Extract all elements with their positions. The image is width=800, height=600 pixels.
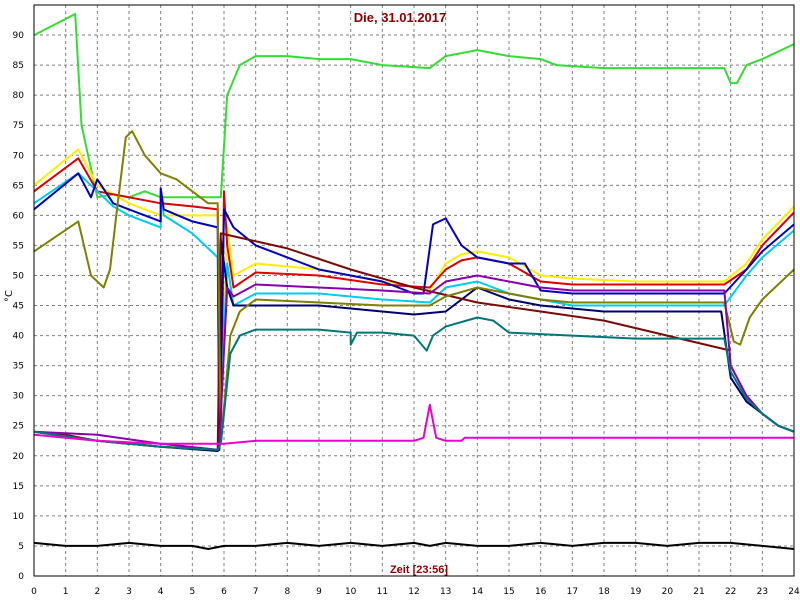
y-tick-label: 20: [13, 452, 25, 462]
x-tick-label: 15: [503, 587, 514, 597]
x-tick-label: 12: [408, 587, 419, 597]
x-tick-label: 10: [345, 587, 357, 597]
x-tick-label: 1: [63, 587, 69, 597]
x-tick-label: 20: [662, 587, 674, 597]
y-tick-label: 80: [13, 91, 25, 101]
x-tick-label: 4: [158, 587, 164, 597]
x-tick-label: 11: [377, 587, 388, 597]
chart-canvas: 051015202530354045505560657075808590 012…: [0, 0, 800, 600]
y-tick-label: 90: [13, 31, 25, 41]
x-tick-label: 13: [440, 587, 451, 597]
y-tick-label: 50: [13, 271, 25, 281]
y-tick-label: 0: [18, 572, 24, 582]
y-tick-label: 45: [13, 302, 24, 312]
y-tick-label: 60: [13, 211, 25, 221]
x-tick-label: 8: [284, 587, 290, 597]
x-tick-label: 9: [316, 587, 322, 597]
x-tick-label: 2: [94, 587, 100, 597]
y-tick-label: 55: [13, 241, 24, 251]
x-tick-label: 3: [126, 587, 132, 597]
x-tick-label: 7: [253, 587, 259, 597]
y-axis-label: °C: [4, 290, 15, 302]
x-axis-label: Zeit [23:56]: [390, 564, 448, 576]
x-tick-label: 19: [630, 587, 642, 597]
x-tick-label: 6: [221, 587, 227, 597]
y-tick-label: 70: [13, 151, 25, 161]
y-tick-label: 30: [13, 392, 25, 402]
y-tick-label: 15: [13, 482, 24, 492]
y-tick-label: 65: [13, 181, 24, 191]
y-tick-label: 75: [13, 121, 24, 131]
x-tick-label: 16: [535, 587, 547, 597]
x-tick-label: 17: [567, 587, 578, 597]
chart-title: Die, 31.01.2017: [354, 10, 447, 25]
y-tick-label: 85: [13, 61, 24, 71]
y-tick-label: 5: [18, 542, 24, 552]
y-tick-label: 35: [13, 362, 24, 372]
x-tick-label: 14: [472, 587, 484, 597]
x-tick-label: 23: [757, 587, 768, 597]
y-tick-label: 10: [13, 512, 25, 522]
x-tick-label: 5: [189, 587, 195, 597]
x-tick-label: 18: [598, 587, 610, 597]
y-tick-label: 40: [13, 332, 25, 342]
y-tick-label: 25: [13, 422, 24, 432]
x-tick-label: 24: [788, 587, 800, 597]
x-tick-label: 21: [693, 587, 704, 597]
temperature-chart: 0 5 10 15 20 25 30 35 40 45 50 55 60 65 70 75 80 85 90 012…: [0, 0, 800, 600]
x-tick-label: 0: [31, 587, 37, 597]
x-tick-label: 22: [725, 587, 736, 597]
